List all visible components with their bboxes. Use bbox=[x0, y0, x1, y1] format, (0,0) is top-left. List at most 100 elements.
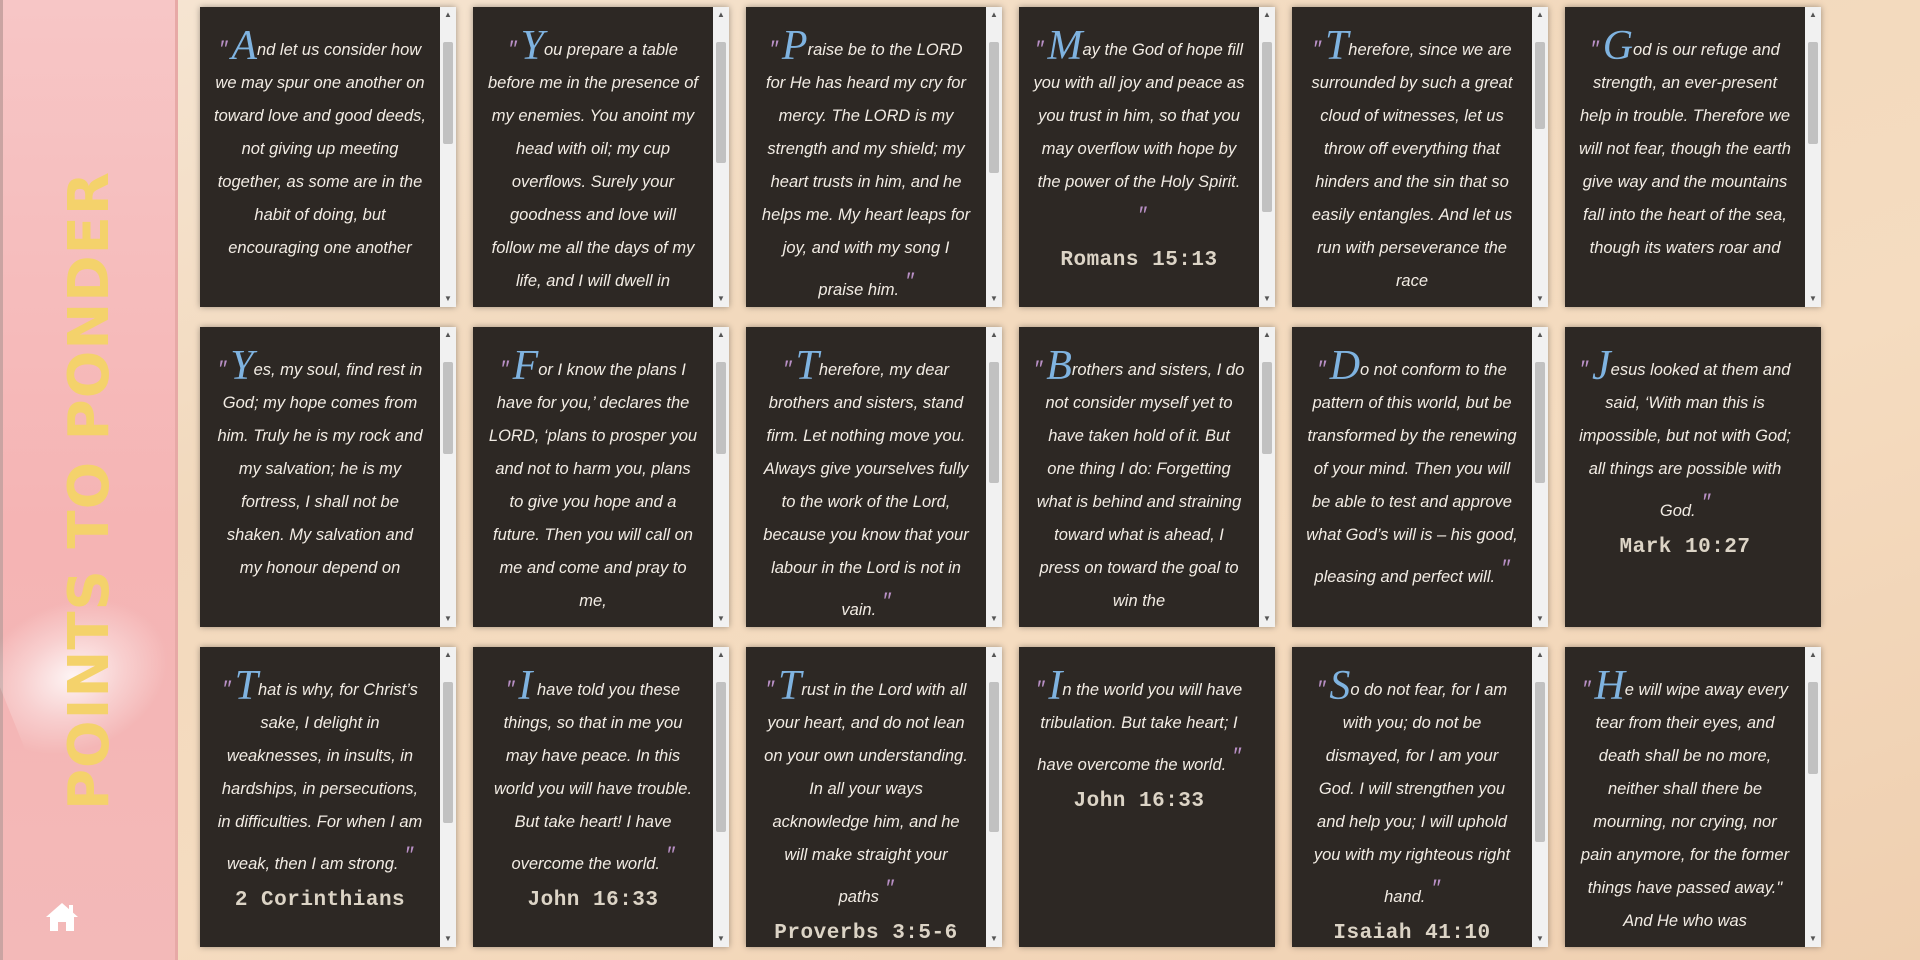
open-quote-icon: ″ bbox=[1033, 356, 1043, 383]
scroll-down-arrow-icon[interactable]: ▼ bbox=[1259, 611, 1275, 627]
scroll-up-arrow-icon[interactable]: ▲ bbox=[713, 7, 729, 23]
scroll-thumb[interactable] bbox=[1808, 681, 1818, 775]
verse-card[interactable]: ″Praise be to the LORD for He has heard … bbox=[746, 7, 1002, 307]
verse-card[interactable]: ″He will wipe away every tear from their… bbox=[1565, 647, 1821, 947]
scroll-down-arrow-icon[interactable]: ▼ bbox=[1805, 931, 1821, 947]
scroll-down-arrow-icon[interactable]: ▼ bbox=[713, 611, 729, 627]
verse-card[interactable]: ″Brothers and sisters, I do not consider… bbox=[1019, 327, 1275, 627]
scroll-thumb[interactable] bbox=[443, 361, 453, 455]
scroll-up-arrow-icon[interactable]: ▲ bbox=[440, 327, 456, 343]
scroll-thumb[interactable] bbox=[1262, 41, 1272, 212]
scrollbar[interactable]: ▲ ▼ bbox=[440, 7, 456, 307]
scrollbar[interactable]: ▲ ▼ bbox=[986, 327, 1002, 627]
scroll-up-arrow-icon[interactable]: ▲ bbox=[1532, 327, 1548, 343]
scroll-thumb[interactable] bbox=[443, 681, 453, 823]
scroll-thumb[interactable] bbox=[443, 41, 453, 145]
scrollbar[interactable]: ▲ ▼ bbox=[1532, 327, 1548, 627]
scroll-thumb[interactable] bbox=[716, 41, 726, 164]
verse-card[interactable]: ″Trust in the Lord with all your heart, … bbox=[746, 647, 1002, 947]
verse-card[interactable]: ″Jesus looked at them and said, ‘With ma… bbox=[1565, 327, 1821, 627]
verse-content: ″Trust in the Lord with all your heart, … bbox=[746, 647, 986, 947]
scroll-up-arrow-icon[interactable]: ▲ bbox=[1805, 647, 1821, 663]
scroll-thumb[interactable] bbox=[716, 361, 726, 455]
scroll-up-arrow-icon[interactable]: ▲ bbox=[713, 647, 729, 663]
close-quote-icon: ″ bbox=[882, 588, 891, 615]
close-quote-icon: ″ bbox=[884, 875, 894, 902]
verse-card[interactable]: ″So do not fear, for I am with you; do n… bbox=[1292, 647, 1548, 947]
scroll-thumb[interactable] bbox=[1535, 361, 1545, 484]
verse-card[interactable]: ″That is why, for Christ’s sake, I delig… bbox=[200, 647, 456, 947]
verse-text: ″Brothers and sisters, I do not consider… bbox=[1033, 345, 1245, 618]
verse-card[interactable]: ″Therefore, since we are surrounded by s… bbox=[1292, 7, 1548, 307]
scroll-thumb[interactable] bbox=[1808, 41, 1818, 145]
scroll-up-arrow-icon[interactable]: ▲ bbox=[1532, 7, 1548, 23]
scroll-down-arrow-icon[interactable]: ▼ bbox=[440, 931, 456, 947]
drop-cap: B bbox=[1046, 343, 1072, 389]
scrollbar[interactable]: ▲ ▼ bbox=[1532, 647, 1548, 947]
scroll-up-arrow-icon[interactable]: ▲ bbox=[1532, 647, 1548, 663]
scroll-thumb[interactable] bbox=[716, 681, 726, 833]
open-quote-icon: ″ bbox=[765, 676, 775, 703]
scroll-up-arrow-icon[interactable]: ▲ bbox=[1259, 7, 1275, 23]
scroll-thumb[interactable] bbox=[1535, 41, 1545, 129]
scroll-thumb[interactable] bbox=[989, 681, 999, 833]
scroll-thumb[interactable] bbox=[1535, 681, 1545, 842]
verse-card[interactable]: ″You prepare a table before me in the pr… bbox=[473, 7, 729, 307]
scroll-thumb[interactable] bbox=[989, 361, 999, 484]
verse-card[interactable]: ″Do not conform to the pattern of this w… bbox=[1292, 327, 1548, 627]
scroll-up-arrow-icon[interactable]: ▲ bbox=[1259, 327, 1275, 343]
scroll-down-arrow-icon[interactable]: ▼ bbox=[1532, 611, 1548, 627]
scroll-down-arrow-icon[interactable]: ▼ bbox=[1532, 931, 1548, 947]
scrollbar[interactable]: ▲ ▼ bbox=[440, 647, 456, 947]
home-icon[interactable] bbox=[44, 900, 80, 934]
scrollbar[interactable]: ▲ ▼ bbox=[440, 327, 456, 627]
scroll-up-arrow-icon[interactable]: ▲ bbox=[440, 647, 456, 663]
scroll-down-arrow-icon[interactable]: ▼ bbox=[440, 611, 456, 627]
verse-content: ″Yes, my soul, find rest in God; my hope… bbox=[200, 327, 440, 627]
scrollbar[interactable]: ▲ ▼ bbox=[1532, 7, 1548, 307]
scrollbar[interactable]: ▲ ▼ bbox=[1259, 7, 1275, 307]
scroll-down-arrow-icon[interactable]: ▼ bbox=[713, 931, 729, 947]
scrollbar[interactable]: ▲ ▼ bbox=[986, 7, 1002, 307]
verse-card[interactable]: ″I have told you these things, so that i… bbox=[473, 647, 729, 947]
scrollbar[interactable]: ▲ ▼ bbox=[1805, 647, 1821, 947]
scroll-down-arrow-icon[interactable]: ▼ bbox=[440, 291, 456, 307]
verse-content: ″May the God of hope fill you with all j… bbox=[1019, 7, 1259, 307]
drop-cap: S bbox=[1329, 663, 1351, 709]
verse-content: ″Brothers and sisters, I do not consider… bbox=[1019, 327, 1259, 627]
scrollbar[interactable]: ▲ ▼ bbox=[1805, 7, 1821, 307]
scroll-thumb[interactable] bbox=[989, 41, 999, 173]
scroll-down-arrow-icon[interactable]: ▼ bbox=[986, 291, 1002, 307]
scroll-down-arrow-icon[interactable]: ▼ bbox=[713, 291, 729, 307]
verse-text: ″Therefore, my dear brothers and sisters… bbox=[760, 345, 972, 627]
scrollbar[interactable]: ▲ ▼ bbox=[713, 647, 729, 947]
verse-card[interactable]: ″God is our refuge and strength, an ever… bbox=[1565, 7, 1821, 307]
scroll-down-arrow-icon[interactable]: ▼ bbox=[1532, 291, 1548, 307]
scroll-down-arrow-icon[interactable]: ▼ bbox=[986, 611, 1002, 627]
scroll-up-arrow-icon[interactable]: ▲ bbox=[986, 327, 1002, 343]
verse-card[interactable]: ″And let us consider how we may spur one… bbox=[200, 7, 456, 307]
verse-card[interactable]: ″For I know the plans I have for you,’ d… bbox=[473, 327, 729, 627]
scroll-up-arrow-icon[interactable]: ▲ bbox=[986, 7, 1002, 23]
scroll-up-arrow-icon[interactable]: ▲ bbox=[986, 647, 1002, 663]
verse-card[interactable]: ″Yes, my soul, find rest in God; my hope… bbox=[200, 327, 456, 627]
scroll-up-arrow-icon[interactable]: ▲ bbox=[440, 7, 456, 23]
verse-card[interactable]: ″In the world you will have tribulation.… bbox=[1019, 647, 1275, 947]
scroll-down-arrow-icon[interactable]: ▼ bbox=[1259, 291, 1275, 307]
scroll-up-arrow-icon[interactable]: ▲ bbox=[713, 327, 729, 343]
scrollbar[interactable]: ▲ ▼ bbox=[1259, 327, 1275, 627]
scroll-up-arrow-icon[interactable]: ▲ bbox=[1805, 7, 1821, 23]
verse-card[interactable]: ″Therefore, my dear brothers and sisters… bbox=[746, 327, 1002, 627]
scrollbar[interactable]: ▲ ▼ bbox=[713, 7, 729, 307]
scroll-down-arrow-icon[interactable]: ▼ bbox=[1805, 291, 1821, 307]
open-quote-icon: ″ bbox=[782, 356, 792, 383]
scroll-thumb[interactable] bbox=[1262, 361, 1272, 455]
scrollbar[interactable]: ▲ ▼ bbox=[986, 647, 1002, 947]
scrollbar[interactable]: ▲ ▼ bbox=[713, 327, 729, 627]
verse-body: rust in the Lord with all your heart, an… bbox=[764, 681, 968, 906]
verse-card[interactable]: ″May the God of hope fill you with all j… bbox=[1019, 7, 1275, 307]
scroll-down-arrow-icon[interactable]: ▼ bbox=[986, 931, 1002, 947]
verse-content: ″And let us consider how we may spur one… bbox=[200, 7, 440, 307]
verse-reference: Mark 10:27 bbox=[1619, 536, 1751, 559]
verse-content: ″Do not conform to the pattern of this w… bbox=[1292, 327, 1532, 627]
